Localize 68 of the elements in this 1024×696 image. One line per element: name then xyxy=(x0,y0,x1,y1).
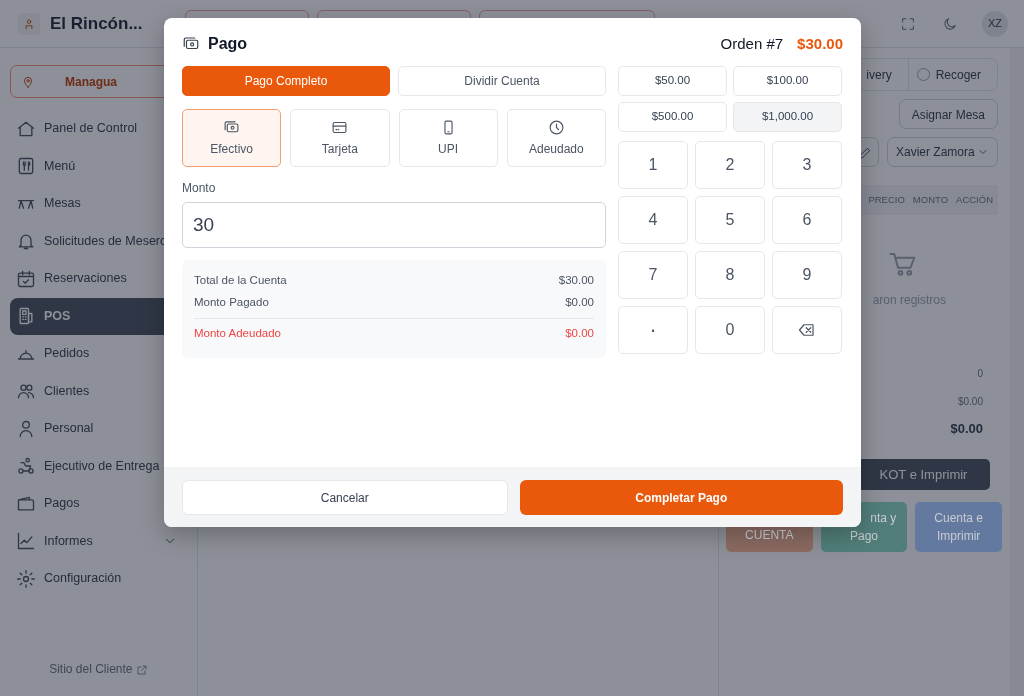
payment-mode-tab[interactable]: Pago Completo xyxy=(182,66,390,96)
waiter-select[interactable]: Xavier Zamora xyxy=(887,137,998,167)
payment-mode-tab[interactable]: Dividir Cuenta xyxy=(398,66,606,96)
external-link-icon xyxy=(135,663,148,676)
quick-amount-button[interactable]: $50.00 xyxy=(618,66,727,96)
calendar-icon xyxy=(16,268,36,289)
quick-amount-button[interactable]: $500.00 xyxy=(618,102,727,132)
moon-icon[interactable] xyxy=(942,15,958,32)
order-type-option[interactable]: ivery xyxy=(858,59,908,90)
sidebar-item[interactable]: Pedidos xyxy=(10,335,187,373)
keypad-key[interactable]: 3 xyxy=(772,141,842,189)
sidebar-item[interactable]: Configuración xyxy=(10,560,187,598)
order-number: Orden #7 xyxy=(720,33,784,54)
complete-payment-button[interactable]: Completar Pago xyxy=(519,480,843,515)
order-type-option[interactable]: Recoger xyxy=(907,59,997,90)
column-header: PRECIO xyxy=(868,192,905,207)
dialog-title: Pago xyxy=(208,34,248,54)
amount-label: Monto xyxy=(182,180,217,197)
keypad-key[interactable]: 2 xyxy=(695,141,765,189)
payment-method-option[interactable]: Adeudado xyxy=(506,109,606,167)
cancel-button[interactable]: Cancelar xyxy=(182,480,508,515)
clock-icon xyxy=(547,118,565,136)
quick-amount-button[interactable]: $1,000.00 xyxy=(733,102,842,132)
customer-site-link[interactable]: Sitio del Cliente xyxy=(49,662,148,676)
keypad-key[interactable]: 1 xyxy=(618,141,688,189)
column-header: MONTO xyxy=(912,192,949,207)
keypad-key[interactable]: 7 xyxy=(618,251,688,299)
payment-method-option[interactable]: Tarjeta xyxy=(290,109,390,167)
keypad-key[interactable]: 5 xyxy=(695,196,765,244)
pen-icon xyxy=(858,145,872,160)
order-total: $30.00 xyxy=(797,33,843,54)
quick-amount-button[interactable]: $100.00 xyxy=(733,66,842,96)
scooter-icon xyxy=(16,456,36,477)
backspace-icon xyxy=(798,321,816,339)
summary-value: $0.00 xyxy=(949,420,984,439)
location-label: Managua xyxy=(65,73,117,91)
payment-method-option[interactable]: Efectivo xyxy=(182,109,282,167)
summary-label: Monto Pagado xyxy=(194,295,269,311)
action-button[interactable]: Cuenta e Imprimir xyxy=(915,502,1002,552)
chart-icon xyxy=(16,531,36,552)
sidebar-item[interactable]: Personal xyxy=(10,410,187,448)
keypad-key[interactable]: 6 xyxy=(772,196,842,244)
summary-value: $0.00 xyxy=(565,325,594,341)
keypad-key[interactable]: 4 xyxy=(618,196,688,244)
logo-icon xyxy=(18,12,40,35)
backspace-key[interactable] xyxy=(772,306,842,354)
summary-value: 0 xyxy=(976,366,984,381)
pin-icon xyxy=(21,74,35,89)
keypad-key[interactable]: . xyxy=(618,306,688,354)
sidebar-item[interactable]: Clientes xyxy=(10,372,187,410)
user-avatar[interactable]: XZ xyxy=(982,10,1008,37)
amount-field[interactable]: 30 xyxy=(182,202,606,248)
menu-card-icon xyxy=(16,156,36,177)
brand-name: El Rincón... xyxy=(50,12,143,35)
summary-value: $30.00 xyxy=(558,273,594,289)
keypad-key[interactable]: 0 xyxy=(695,306,765,354)
summary-value: $0.00 xyxy=(565,295,594,311)
assign-table-button[interactable]: Asignar Mesa xyxy=(898,99,998,129)
payment-method-option[interactable]: UPI xyxy=(398,109,498,167)
summary-label: Monto Adeudado xyxy=(194,325,281,341)
fullscreen-icon[interactable] xyxy=(900,15,916,32)
summary-value: $0.00 xyxy=(956,394,984,409)
sidebar-item[interactable]: Reservaciones xyxy=(10,260,187,298)
column-header: ACCIÓN xyxy=(956,192,993,207)
keypad-key[interactable]: 8 xyxy=(695,251,765,299)
sidebar-item[interactable]: Informes xyxy=(10,522,187,560)
summary-label: Total de la Cuenta xyxy=(194,273,287,289)
keypad-key[interactable]: 9 xyxy=(772,251,842,299)
